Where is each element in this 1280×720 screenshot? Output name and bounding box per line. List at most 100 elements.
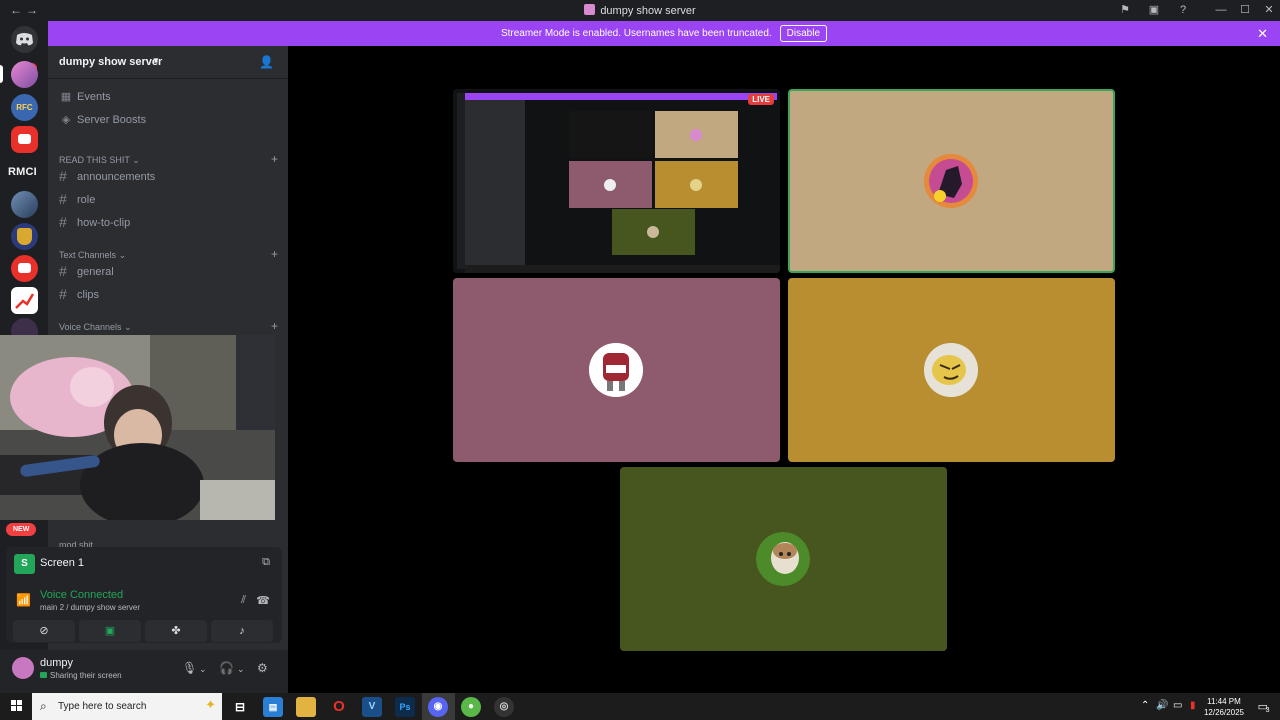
channel-role[interactable]: # role bbox=[56, 189, 276, 211]
opera-gx-icon[interactable]: O bbox=[329, 697, 349, 717]
clock-date: 12/26/2025 bbox=[1203, 708, 1244, 717]
screen-share-title: Screen 1 bbox=[40, 557, 85, 569]
text-channel-icon: # bbox=[59, 286, 67, 302]
close-window-icon[interactable]: ✕ bbox=[1261, 2, 1277, 18]
server-icon-chart[interactable] bbox=[11, 287, 38, 314]
close-banner-icon[interactable]: ✕ bbox=[1257, 26, 1268, 42]
sidebar-item-label: Events bbox=[77, 91, 111, 103]
category-voice-channels[interactable]: Voice Channels ⌄ + bbox=[58, 319, 278, 335]
search-placeholder: Type here to search bbox=[58, 701, 147, 712]
volume-icon[interactable]: 🔊 bbox=[1156, 700, 1168, 711]
mic-options-chevron-icon[interactable]: ⌄ bbox=[199, 664, 207, 675]
notification-count: 3 bbox=[1265, 707, 1270, 714]
voice-participant-tile[interactable] bbox=[453, 278, 780, 462]
category-label: READ THIS SHIT bbox=[59, 155, 130, 165]
server-icon-youtube-2[interactable] bbox=[11, 255, 38, 282]
store-icon[interactable]: ▤ bbox=[263, 697, 283, 717]
microphone-icon[interactable]: 🎙 bbox=[182, 661, 197, 675]
discord-taskbar-icon[interactable]: ◉ bbox=[428, 697, 448, 717]
selected-server-pill bbox=[0, 65, 3, 83]
avatar[interactable] bbox=[12, 657, 34, 679]
inbox-icon[interactable]: ▣ bbox=[1146, 2, 1162, 18]
obs-icon[interactable]: ◎ bbox=[494, 697, 514, 717]
voice-connected-status[interactable]: Voice Connected bbox=[40, 589, 123, 601]
server-name: dumpy show server bbox=[59, 56, 163, 68]
windows-start-icon[interactable] bbox=[11, 700, 23, 712]
inbox-flag-icon[interactable]: ⚑ bbox=[1117, 2, 1133, 18]
disconnect-icon[interactable]: ☎ bbox=[256, 594, 270, 607]
taskbar-search-box[interactable]: ⌕ Type here to search ✦ bbox=[32, 693, 222, 720]
server-icon-youtube[interactable] bbox=[11, 126, 38, 153]
create-channel-icon[interactable]: + bbox=[271, 319, 278, 333]
user-status-text: Sharing their screen bbox=[50, 671, 122, 680]
server-header[interactable]: dumpy show server ▼ 👤 bbox=[48, 46, 288, 79]
username[interactable]: dumpy bbox=[40, 657, 73, 669]
voice-participant-tile[interactable] bbox=[788, 89, 1115, 273]
taskbar-clock[interactable]: 11:44 PM 12/26/2025 bbox=[1204, 696, 1244, 718]
server-icon-rfc[interactable]: RFC bbox=[11, 94, 38, 121]
clock-time: 11:44 PM bbox=[1207, 697, 1241, 706]
channel-label: role bbox=[77, 194, 96, 206]
screen-share-tile[interactable]: LIVE bbox=[453, 89, 780, 273]
server-icon-dumpy[interactable] bbox=[11, 61, 38, 88]
channel-general[interactable]: # general bbox=[56, 261, 276, 283]
server-small-icon bbox=[584, 4, 596, 15]
title-bar: ← → dumpy show server ⚑ ▣ ? — ☐ ✕ bbox=[0, 0, 1280, 21]
channel-clips[interactable]: # clips bbox=[56, 284, 276, 306]
help-icon[interactable]: ? bbox=[1175, 2, 1191, 18]
audio-options-chevron-icon[interactable]: ⌄ bbox=[237, 664, 245, 675]
tray-chevron-icon[interactable]: ⌃ bbox=[1141, 700, 1149, 711]
task-view-icon[interactable]: ⊟ bbox=[230, 697, 250, 717]
screen-share-preview bbox=[453, 89, 780, 273]
server-icon-badge[interactable] bbox=[11, 223, 38, 250]
camera-off-button[interactable]: ⊘ bbox=[13, 620, 75, 642]
popout-icon[interactable]: ⧉ bbox=[262, 556, 270, 569]
create-channel-icon[interactable]: + bbox=[271, 247, 278, 261]
chevron-down-icon: ⌄ bbox=[124, 322, 132, 332]
activities-icon: ✤ bbox=[171, 625, 181, 637]
channel-announcements[interactable]: # announcements bbox=[56, 166, 276, 188]
vegas-icon[interactable]: V bbox=[362, 697, 382, 717]
battery-icon[interactable]: ▮ bbox=[1190, 700, 1196, 711]
server-icon-blue[interactable] bbox=[11, 191, 38, 218]
headphones-icon[interactable]: 🎧 bbox=[219, 661, 234, 675]
channel-label: how-to-clip bbox=[77, 217, 131, 229]
voice-participant-tile[interactable] bbox=[788, 278, 1115, 462]
participant-avatar bbox=[756, 532, 810, 586]
text-channel-icon: # bbox=[59, 191, 67, 207]
channel-how-to-clip[interactable]: # how-to-clip bbox=[56, 212, 276, 234]
search-highlight-icon: ✦ bbox=[205, 697, 216, 712]
screen-share-icon: S bbox=[14, 554, 35, 574]
maximize-icon[interactable]: ☐ bbox=[1237, 2, 1253, 18]
activities-button[interactable]: ✤ bbox=[145, 620, 207, 642]
settings-gear-icon[interactable]: ⚙ bbox=[257, 661, 268, 675]
camera-off-icon: ⊘ bbox=[39, 625, 49, 637]
screen-share-status-icon bbox=[40, 672, 47, 678]
create-channel-icon[interactable]: + bbox=[271, 152, 278, 166]
soundboard-button[interactable]: ♪ bbox=[211, 620, 273, 642]
voice-connection-panel: S Screen 1 ⧉ 📶 Voice Connected main 2 / … bbox=[6, 547, 282, 643]
server-icon-rmci[interactable]: RMCI bbox=[8, 166, 37, 178]
invite-people-icon[interactable]: 👤 bbox=[259, 55, 274, 69]
file-explorer-icon[interactable] bbox=[296, 697, 316, 717]
sidebar-item-server-boosts[interactable]: ◈ Server Boosts bbox=[56, 109, 276, 131]
photoshop-icon[interactable]: Ps bbox=[395, 697, 415, 717]
soundboard-icon: ♪ bbox=[239, 625, 245, 637]
connection-signal-icon[interactable]: 📶 bbox=[16, 593, 31, 607]
channel-label: general bbox=[77, 266, 114, 278]
screen-share-button[interactable]: ▣ bbox=[79, 620, 141, 642]
voice-channel-location[interactable]: main 2 / dumpy show server bbox=[40, 603, 140, 612]
network-icon[interactable]: ▭ bbox=[1173, 700, 1182, 711]
disable-streamer-mode-button[interactable]: Disable bbox=[779, 25, 828, 42]
new-badge: NEW bbox=[6, 523, 37, 536]
direct-messages-icon[interactable] bbox=[11, 26, 38, 53]
noise-suppression-icon[interactable]: ⫽ bbox=[241, 594, 246, 607]
window-title: dumpy show server bbox=[0, 4, 1280, 17]
green-app-icon[interactable]: ● bbox=[461, 697, 481, 717]
participant-avatar bbox=[589, 343, 643, 397]
voice-participant-tile[interactable] bbox=[620, 467, 947, 651]
minimize-icon[interactable]: — bbox=[1213, 2, 1229, 18]
user-panel: dumpy Sharing their screen 🎙 ⌄ 🎧 ⌄ ⚙ bbox=[0, 650, 288, 693]
notification-center-icon[interactable]: ▭ 3 bbox=[1258, 700, 1270, 714]
sidebar-item-events[interactable]: ▦ Events bbox=[56, 86, 276, 108]
